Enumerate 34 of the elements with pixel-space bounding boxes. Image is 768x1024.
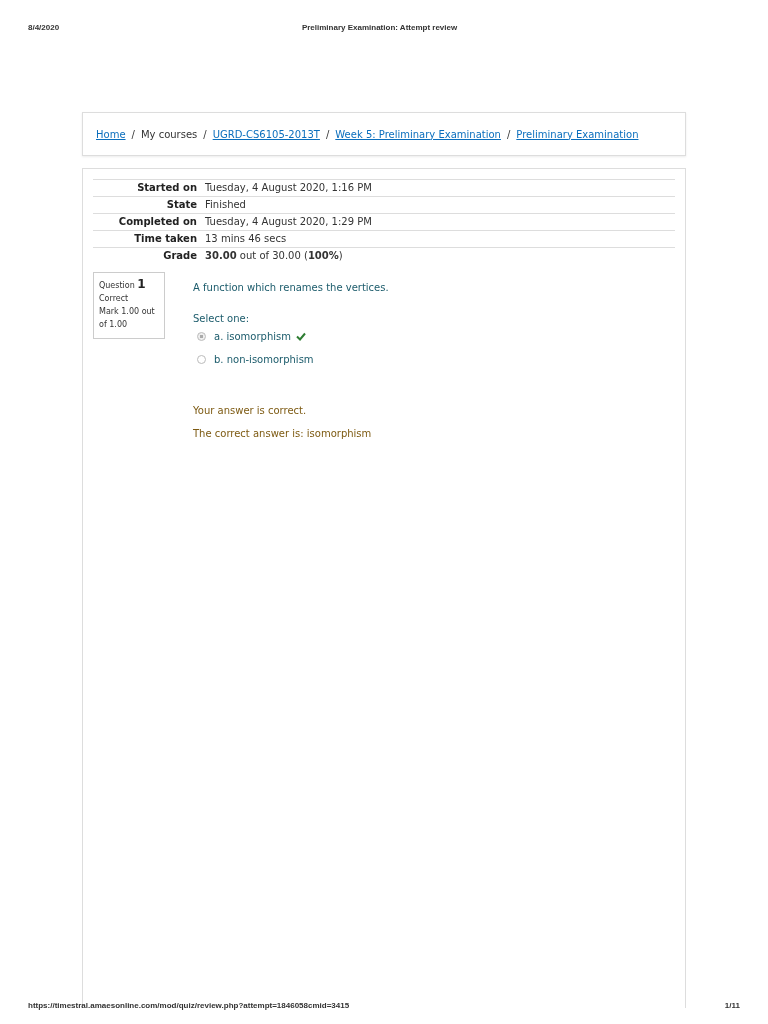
summary-value: Tuesday, 4 August 2020, 1:16 PM [201, 179, 675, 197]
correct-answer-text: The correct answer is: isomorphism [193, 427, 373, 441]
breadcrumb-link[interactable]: Preliminary Examination [516, 126, 639, 142]
summary-value: 13 mins 46 secs [201, 230, 675, 248]
question-label: Question [99, 281, 135, 290]
summary-label: State [93, 196, 201, 214]
option-label: b. non-isomorphism [214, 353, 314, 367]
breadcrumb-text: My courses [140, 127, 198, 142]
breadcrumb-link[interactable]: Week 5: Preliminary Examination [335, 126, 501, 142]
print-date: 8/4/2020 [28, 22, 60, 34]
summary-value: Finished [201, 196, 675, 214]
page-url: https://timestral.amaesonline.com/mod/quiz/review.php?attempt=1846058cmid=3415 [28, 1000, 350, 1012]
question-text: A function which renames the vertices. [193, 281, 389, 295]
breadcrumb-separator: / [325, 127, 330, 142]
question-number: 1 [137, 277, 146, 291]
summary-label: Completed on [93, 213, 201, 231]
summary-label: Started on [93, 179, 201, 197]
breadcrumb-separator: / [203, 127, 207, 142]
breadcrumb-separator: / [506, 127, 511, 142]
question-mark: Mark 1.00 out of 1.00 [99, 306, 156, 331]
summary-label: Time taken [93, 230, 201, 248]
radio-button[interactable] [197, 332, 206, 341]
feedback-text: Your answer is correct. [193, 404, 308, 418]
option-label: a. isomorphism [214, 330, 291, 344]
page-number: 1/11 [724, 1000, 740, 1012]
question-status: Correct [99, 293, 130, 305]
breadcrumb-link[interactable]: UGRD-CS6105-2013T [212, 126, 320, 142]
breadcrumb-link[interactable]: Home [96, 126, 126, 142]
breadcrumb-separator: / [131, 127, 135, 142]
summary-value: 30.00 out of 30.00 (100%) [201, 247, 675, 264]
summary-label: Grade [93, 247, 201, 264]
page-title: Preliminary Examination: Attempt review [301, 22, 458, 34]
select-prompt: Select one: [193, 312, 250, 326]
summary-value: Tuesday, 4 August 2020, 1:29 PM [201, 213, 675, 231]
